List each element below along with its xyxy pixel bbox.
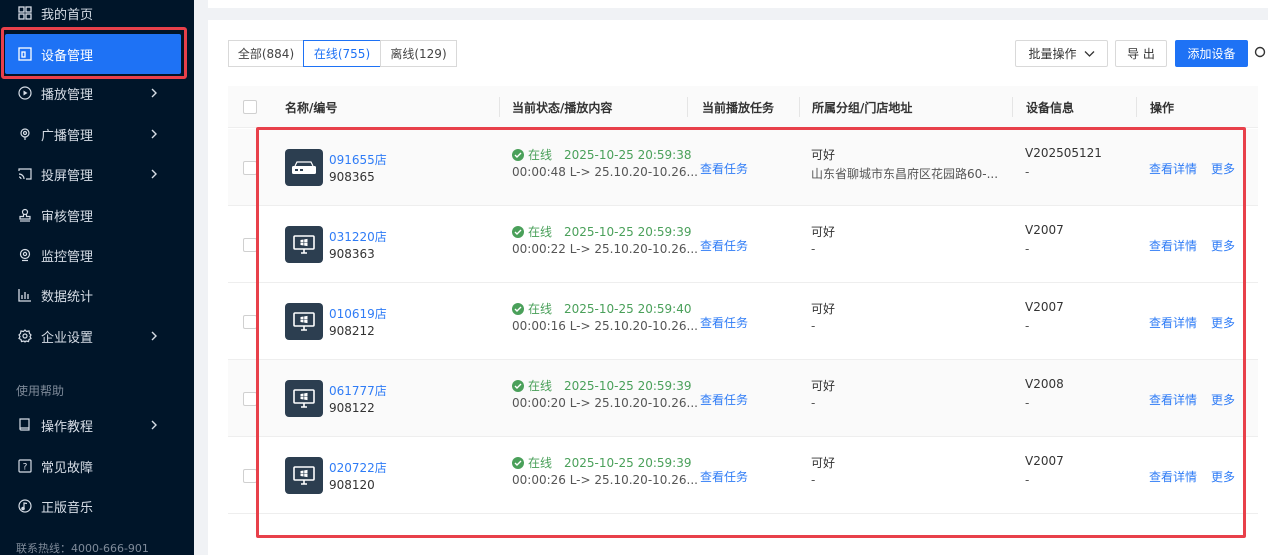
play-icon bbox=[18, 86, 32, 100]
sidebar-item-playback[interactable]: 播放管理 bbox=[0, 73, 194, 113]
chevron-right-icon bbox=[148, 418, 160, 432]
header-task: 当前播放任务 bbox=[702, 101, 775, 115]
sidebar-item-label: 监控管理 bbox=[41, 249, 94, 265]
sidebar-item-label: 操作教程 bbox=[41, 419, 94, 435]
sidebar-item-broadcast[interactable]: 广播管理 bbox=[0, 114, 194, 154]
camera-icon bbox=[18, 248, 32, 262]
help-section-title: 使用帮助 bbox=[16, 384, 65, 398]
cast-icon bbox=[18, 167, 32, 181]
header-status: 当前状态/播放内容 bbox=[512, 101, 613, 115]
header-divider bbox=[1136, 97, 1137, 117]
sidebar-item-label: 正版音乐 bbox=[41, 500, 94, 516]
row-checkbox[interactable] bbox=[243, 238, 257, 252]
sidebar-item-cast[interactable]: 投屏管理 bbox=[0, 154, 194, 194]
chevron-right-icon bbox=[148, 329, 160, 343]
sidebar-item-label: 审核管理 bbox=[41, 209, 94, 225]
svg-text:?: ? bbox=[23, 463, 28, 473]
chevron-down-icon bbox=[1084, 50, 1095, 58]
sidebar-item-music[interactable]: 正版音乐 bbox=[0, 486, 194, 526]
tab-offline[interactable]: 离线(129) bbox=[380, 40, 457, 67]
device-icon bbox=[18, 47, 32, 61]
select-all-checkbox[interactable] bbox=[243, 100, 257, 114]
row-checkbox[interactable] bbox=[243, 469, 257, 483]
row-checkbox[interactable] bbox=[243, 161, 257, 175]
grid-icon bbox=[18, 6, 32, 20]
sidebar: 我的首页 设备管理 播放管理 广播管理 投屏管理 审核管理 监控管理 数据统计 … bbox=[0, 0, 194, 555]
header-divider bbox=[799, 97, 800, 117]
header-group: 所属分组/门店地址 bbox=[812, 101, 913, 115]
question-icon: ? bbox=[18, 459, 32, 473]
sidebar-item-label: 数据统计 bbox=[41, 289, 94, 305]
stamp-icon bbox=[18, 208, 32, 222]
hotline-text: 联系热线：4000-666-901 bbox=[16, 542, 149, 555]
sidebar-item-faq[interactable]: ? 常见故障 bbox=[0, 446, 194, 486]
chevron-right-icon bbox=[148, 167, 160, 181]
header-divider bbox=[499, 97, 500, 117]
batch-operation-button[interactable]: 批量操作 bbox=[1015, 40, 1108, 67]
sidebar-item-tutorial[interactable]: 操作教程 bbox=[0, 405, 194, 445]
sidebar-item-review[interactable]: 审核管理 bbox=[0, 195, 194, 235]
header-device-info: 设备信息 bbox=[1026, 101, 1075, 115]
header-actions: 操作 bbox=[1150, 101, 1175, 115]
row-checkbox[interactable] bbox=[243, 315, 257, 329]
add-device-button[interactable]: 添加设备 bbox=[1175, 40, 1248, 67]
chart-icon bbox=[18, 288, 32, 302]
header-name: 名称/编号 bbox=[285, 101, 338, 115]
header-divider bbox=[1012, 97, 1013, 117]
sidebar-item-label: 设备管理 bbox=[41, 48, 94, 64]
batch-operation-label: 批量操作 bbox=[1028, 47, 1077, 61]
tab-online[interactable]: 在线(755) bbox=[303, 40, 381, 67]
sidebar-item-settings[interactable]: 企业设置 bbox=[0, 316, 194, 356]
table-header: 名称/编号 当前状态/播放内容 当前播放任务 所属分组/门店地址 设备信息 操作 bbox=[228, 86, 1258, 128]
search-icon[interactable] bbox=[1254, 46, 1268, 60]
gear-icon bbox=[18, 329, 32, 343]
export-button[interactable]: 导 出 bbox=[1115, 40, 1167, 67]
tab-all[interactable]: 全部(884) bbox=[228, 40, 304, 67]
sidebar-item-label: 广播管理 bbox=[41, 128, 94, 144]
highlight-box bbox=[256, 127, 1246, 538]
sidebar-item-label: 我的首页 bbox=[41, 7, 94, 23]
top-card bbox=[208, 0, 1268, 8]
sidebar-item-stats[interactable]: 数据统计 bbox=[0, 275, 194, 315]
chevron-right-icon bbox=[148, 127, 160, 141]
book-icon bbox=[18, 418, 32, 432]
row-checkbox[interactable] bbox=[243, 392, 257, 406]
sidebar-item-label: 投屏管理 bbox=[41, 168, 94, 184]
sidebar-item-monitor[interactable]: 监控管理 bbox=[0, 235, 194, 275]
sidebar-item-devices[interactable]: 设备管理 bbox=[5, 34, 181, 74]
sidebar-item-label: 播放管理 bbox=[41, 87, 94, 103]
header-divider bbox=[687, 97, 688, 117]
music-icon bbox=[18, 499, 32, 513]
broadcast-icon bbox=[18, 127, 32, 141]
chevron-right-icon bbox=[148, 86, 160, 100]
sidebar-item-label: 常见故障 bbox=[41, 460, 94, 476]
sidebar-item-label: 企业设置 bbox=[41, 330, 94, 346]
